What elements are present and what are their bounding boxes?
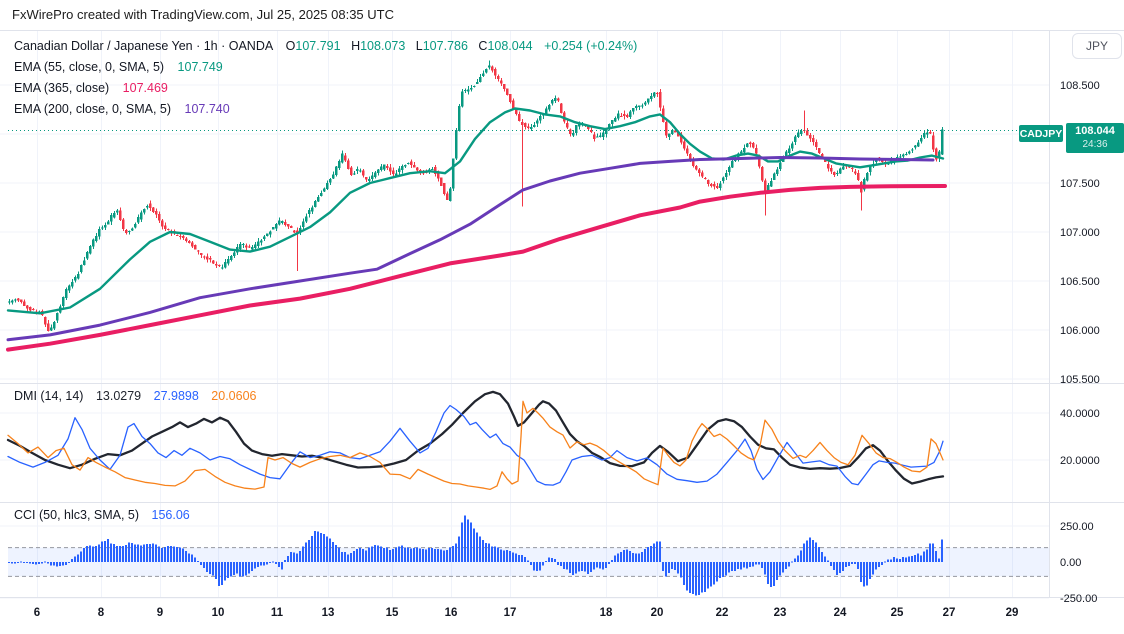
time-axis-label: 9 [157,607,163,619]
dmi-axis-label: 40.0000 [1060,408,1100,420]
symbol-title-row[interactable]: Canadian Dollar / Japanese Yen · 1h · OA… [14,36,637,57]
dmi-legend-row[interactable]: DMI (14, 14) 13.0279 27.9898 20.0606 [14,389,256,403]
time-axis-label: 22 [716,607,729,619]
indicator-row-ema200[interactable]: EMA (200, close, 0, SMA, 5) 107.740 [14,99,637,120]
price-axis-label: 106.500 [1060,276,1100,288]
plusdi-line [7,404,944,486]
indicator-name: EMA (55, close, 0, SMA, 5) [14,60,165,74]
price-axis[interactable]: 108.500 107.500 107.000 106.500 106.000 105.5… [1060,80,1100,605]
time-axis-label: 18 [600,607,613,619]
ohlc-close-value: 108.044 [487,39,533,53]
dmi-pane[interactable] [6,390,945,491]
dmi-plusdi-value: 27.9898 [153,389,199,403]
time-axis-label: 16 [445,607,458,619]
symbol-title: Canadian Dollar / Japanese Yen · 1h · OA… [14,39,274,53]
ticker-price-line-tag: CADJPY [1019,125,1063,142]
symbol-legend: Canadian Dollar / Japanese Yen · 1h · OA… [14,36,637,120]
time-axis-label: 11 [271,607,284,619]
price-change: +0.254 (+0.24%) [544,39,638,53]
ohlc-high-label: H [351,39,361,53]
time-axis-label: 10 [212,607,225,619]
time-axis-label: 29 [1006,607,1019,619]
price-axis-label: 107.000 [1060,227,1100,239]
chart-window: FxWirePro created with TradingView.com, … [0,0,1124,634]
time-axis-label: 13 [322,607,335,619]
time-axis-label: 27 [943,607,956,619]
time-axis-label: 15 [386,607,399,619]
ohlc-low-value: 107.786 [422,39,468,53]
dmi-minusdi-value: 20.0606 [211,389,257,403]
price-axis-label: 108.500 [1060,80,1100,92]
dmi-adx-value: 13.0279 [95,389,142,403]
last-price-value: 108.044 [1075,125,1115,137]
ohlc-low-label: L [415,39,423,53]
cci-pane[interactable] [8,515,1049,596]
indicator-row-ema55[interactable]: EMA (55, close, 0, SMA, 5) 107.749 [14,57,637,78]
ema365-line [6,184,947,352]
cci-axis-label: 0.00 [1060,557,1081,569]
time-axis-label: 25 [891,607,904,619]
price-axis-label: 105.500 [1060,374,1100,386]
cci-indicator-name: CCI (50, hlc3, SMA, 5) [14,508,140,522]
indicator-name: EMA (200, close, 0, SMA, 5) [14,102,172,116]
dmi-axis-label: 20.0000 [1060,455,1100,467]
ema200-line [6,156,935,342]
ohlc-open-value: 107.791 [295,39,341,53]
time-axis-label: 20 [651,607,664,619]
indicator-value: 107.469 [122,81,168,95]
ohlc-open-label: O [285,39,296,53]
indicator-row-ema365[interactable]: EMA (365, close) 107.469 [14,78,637,99]
cci-value: 156.06 [151,508,190,522]
indicator-name: EMA (365, close) [14,81,110,95]
time-axis-label: 23 [774,607,787,619]
minusdi-line [7,400,944,491]
indicator-value: 107.740 [184,102,230,116]
cci-axis-label: -250.00 [1060,593,1097,605]
ohlc-high-value: 108.073 [360,39,406,53]
currency-unit-button[interactable]: JPY [1072,33,1122,59]
time-axis-label: 17 [504,607,517,619]
price-axis-label: 107.500 [1060,178,1100,190]
indicator-value: 107.749 [177,60,223,74]
time-axis[interactable]: 6 8 9 10 11 13 15 16 17 18 20 22 23 24 25 27 29 [34,607,1019,619]
ema55-line [6,107,945,315]
last-price-badge: 108.044 24:36 [1066,123,1124,153]
dmi-indicator-name: DMI (14, 14) [14,389,84,403]
price-axis-label: 106.000 [1060,325,1100,337]
time-axis-label: 6 [34,607,40,619]
cci-legend-row[interactable]: CCI (50, hlc3, SMA, 5) 156.06 [14,508,190,522]
time-axis-label: 8 [98,607,105,619]
adx-line [6,390,945,485]
cci-axis-label: 250.00 [1060,521,1094,533]
time-axis-label: 24 [834,607,847,619]
bar-countdown: 24:36 [1082,139,1108,150]
